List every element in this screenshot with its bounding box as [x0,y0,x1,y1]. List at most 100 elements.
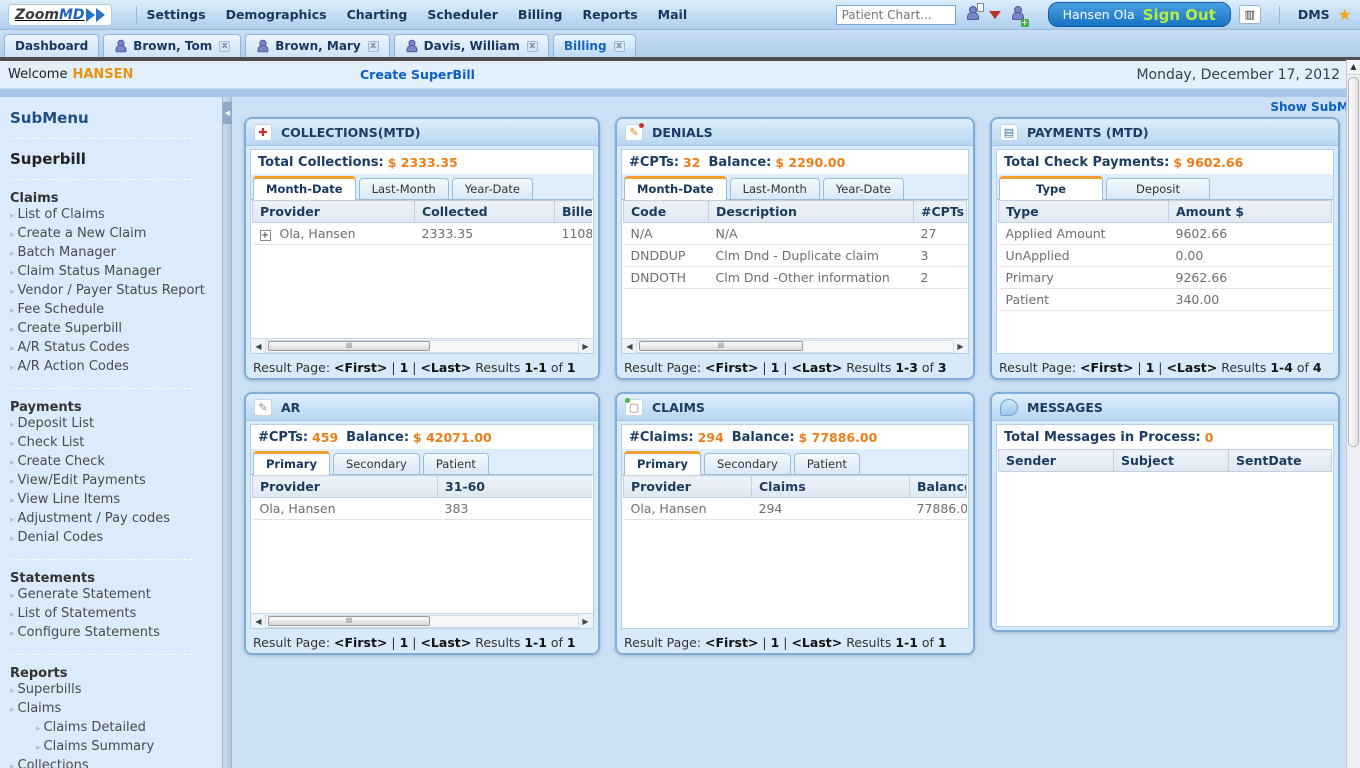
sidebar-item-generate-statement[interactable]: ▸ Generate Statement [10,586,222,605]
tab-billing[interactable]: Billing x [552,34,636,57]
tab-payments-type[interactable]: Type [999,176,1103,200]
tab-collections-year-date[interactable]: Year-Date [451,178,533,199]
col-header[interactable]: Billed [554,200,592,223]
page-number[interactable]: 1 [400,635,409,650]
add-patient-button[interactable]: + [1009,4,1029,27]
sidebar-item-a-r-status-codes[interactable]: ▸ A/R Status Codes [10,339,222,358]
sidebar-item-configure-statements[interactable]: ▸ Configure Statements [10,624,222,643]
sidebar-item-claims-detailed[interactable]: ▸ Claims Detailed [10,719,222,738]
tab-claims-secondary[interactable]: Secondary [703,453,791,474]
last-page-link[interactable]: <Last> [420,635,471,650]
create-superbill-link[interactable]: Create SuperBill [360,67,475,82]
table-row[interactable]: + Ola, Hansen 2333.35 1108 [252,222,592,245]
patient-details-button[interactable] [964,3,984,25]
scrollbar-track[interactable]: ⦀⦀ [265,339,579,353]
first-page-link[interactable]: <First> [334,635,387,650]
close-icon[interactable]: x [367,40,379,52]
last-page-link[interactable]: <Last> [1166,360,1217,375]
sign-out-button[interactable]: Sign Out [1143,6,1216,24]
tab-payments-deposit[interactable]: Deposit [1106,178,1210,199]
menu-item-billing[interactable]: Billing [518,7,563,22]
favorites-star-icon[interactable]: ★ [1338,5,1352,24]
tab-collections-last-month[interactable]: Last-Month [358,178,449,199]
sidebar-item-list-of-statements[interactable]: ▸ List of Statements [10,605,222,624]
sidebar-item-view-edit-payments[interactable]: ▸ View/Edit Payments [10,472,222,491]
table-row[interactable]: DNDDUP Clm Dnd - Duplicate claim 3 [623,244,967,267]
collapse-sidebar-icon[interactable]: ◀ [223,102,232,124]
scrollbar-thumb[interactable]: ⦀⦀ [268,615,431,626]
table-row[interactable]: Ola, Hansen29477886.00 [623,497,967,520]
table-row[interactable]: Applied Amount 9602.66 [998,222,1332,245]
col-header[interactable]: Description [708,200,914,223]
scrollbar-track[interactable]: ⦀⦀ [265,614,579,628]
scrollbar-thumb[interactable] [1348,77,1359,447]
menu-item-scheduler[interactable]: Scheduler [427,7,498,22]
dropdown-arrow-icon[interactable] [988,10,1001,19]
menu-item-reports[interactable]: Reports [582,7,637,22]
first-page-link[interactable]: <First> [334,360,387,375]
sidebar-item-a-r-action-codes[interactable]: ▸ A/R Action Codes [10,358,222,377]
scroll-right-arrow-icon[interactable]: ▶ [954,342,967,351]
tab-claims-patient[interactable]: Patient [793,453,860,474]
col-header[interactable]: Code [623,200,709,223]
scrollbar-track[interactable]: ⦀⦀ [636,339,954,353]
col-header[interactable]: Balance [909,475,967,498]
sidebar-item-create-a-new-claim[interactable]: ▸ Create a New Claim [10,225,222,244]
first-page-link[interactable]: <First> [1080,360,1133,375]
table-row[interactable]: N/A N/A 27 [623,222,967,245]
sidebar-item-claim-status-manager[interactable]: ▸ Claim Status Manager [10,263,222,282]
horizontal-scrollbar[interactable]: ◀ ⦀⦀ ▶ [251,338,593,353]
scroll-right-arrow-icon[interactable]: ▶ [579,617,592,626]
scroll-left-arrow-icon[interactable]: ◀ [252,342,265,351]
sidebar-splitter[interactable]: ◀ [222,97,232,768]
zoommd-logo[interactable]: ZoomMD [8,3,112,26]
page-number[interactable]: 1 [400,360,409,375]
scrollbar-thumb[interactable]: ⦀⦀ [639,340,804,351]
logged-in-user[interactable]: Hansen Ola [1063,7,1135,22]
table-row[interactable]: Primary 9262.66 [998,266,1332,289]
tab-denials-year-date[interactable]: Year-Date [822,178,904,199]
col-header[interactable]: Collected [414,200,555,223]
col-header[interactable]: Provider [252,200,415,223]
tab-ar-secondary[interactable]: Secondary [332,453,420,474]
scroll-left-arrow-icon[interactable]: ◀ [252,617,265,626]
expand-icon[interactable]: + [259,230,271,241]
sidebar-item-denial-codes[interactable]: ▸ Denial Codes [10,529,222,548]
sidebar-item-check-list[interactable]: ▸ Check List [10,434,222,453]
tab-denials-last-month[interactable]: Last-Month [729,178,820,199]
col-header[interactable]: Claims [751,475,910,498]
col-header[interactable]: Sender [998,449,1114,472]
sidebar-item-collections[interactable]: ▸ Collections [10,757,222,768]
first-page-link[interactable]: <First> [705,360,758,375]
sidebar-item-create-check[interactable]: ▸ Create Check [10,453,222,472]
menu-item-charting[interactable]: Charting [347,7,408,22]
col-header[interactable]: Provider [623,475,752,498]
scroll-up-arrow-icon[interactable]: ▲ [1347,60,1360,75]
last-page-link[interactable]: <Last> [791,360,842,375]
dms-button[interactable]: DMS [1298,7,1330,22]
tab-dashboard[interactable]: Dashboard [4,34,100,57]
menu-item-mail[interactable]: Mail [658,7,687,22]
scroll-right-arrow-icon[interactable]: ▶ [579,342,592,351]
sidebar-item-claims-summary[interactable]: ▸ Claims Summary [10,738,222,757]
close-icon[interactable]: x [613,40,625,52]
sidebar-item-claims[interactable]: ▸ Claims [10,700,222,719]
page-number[interactable]: 1 [771,635,780,650]
scrollbar-thumb[interactable]: ⦀⦀ [268,340,431,351]
tab-denials-month-date[interactable]: Month-Date [624,176,727,200]
col-header[interactable]: SentDate [1228,449,1332,472]
col-header[interactable]: #CPTs [913,200,967,223]
tab-ar-primary[interactable]: Primary [253,451,330,475]
vertical-scrollbar[interactable]: ▲ [1346,60,1360,768]
table-row[interactable]: DNDOTH Clm Dnd -Other information 2 [623,266,967,289]
table-row[interactable]: Ola, Hansen38335184.0076 [252,497,592,520]
tab-claims-primary[interactable]: Primary [624,451,701,475]
tab-ar-patient[interactable]: Patient [422,453,489,474]
sidebar-item-fee-schedule[interactable]: ▸ Fee Schedule [10,301,222,320]
col-header[interactable]: Type [998,200,1169,223]
menu-item-settings[interactable]: Settings [147,7,206,22]
patient-chart-search-input[interactable] [835,4,956,25]
col-header[interactable]: Amount $ [1168,200,1332,223]
last-page-link[interactable]: <Last> [791,635,842,650]
close-icon[interactable]: x [219,40,231,52]
